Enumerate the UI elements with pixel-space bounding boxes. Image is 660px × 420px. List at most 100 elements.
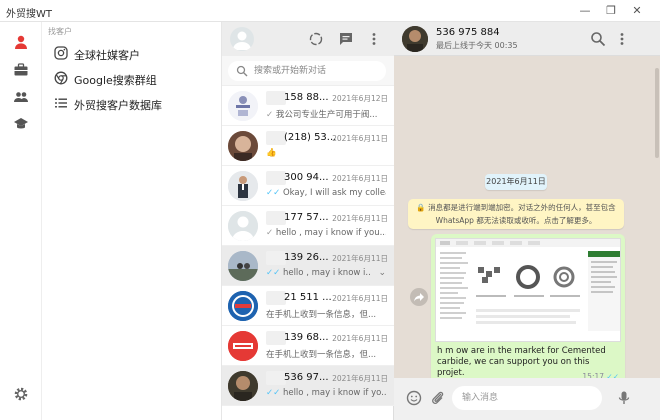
chat-preview: ✓ 我公司专业生产可用于阀... — [266, 108, 386, 120]
preview-text: hello , may i know if you... — [275, 228, 386, 238]
user-icon[interactable] — [13, 34, 29, 50]
minimize-button[interactable]: — — [574, 2, 596, 20]
logo-avatar-icon — [228, 291, 258, 321]
preview-text: hello , may i know i... — [282, 268, 370, 278]
chat-row[interactable]: 21 511 ... 2021年6月11日 在手机上收到一条信息，但... — [222, 286, 394, 326]
conversation-panel: 536 975 884 最后上线于今天 00:35 2021年6月11日 🔒 消… — [394, 22, 660, 420]
nav-item-label: 外贸搜客户数据库 — [74, 99, 162, 112]
contact-avatar — [228, 211, 258, 241]
attach-icon[interactable] — [430, 390, 446, 406]
chevron-down-icon[interactable]: ⌄ — [378, 268, 386, 278]
message-input[interactable] — [462, 390, 592, 406]
search-input[interactable] — [254, 63, 380, 79]
nav-section-label: 找客户 — [48, 27, 72, 36]
chat-date: 2021年6月12日 — [332, 94, 388, 103]
mic-icon[interactable] — [616, 390, 632, 406]
blurred-name — [266, 171, 286, 185]
logo-avatar-icon — [228, 331, 258, 361]
read-tick: ✓✓ — [266, 188, 281, 198]
blurred-name — [266, 211, 286, 225]
default-avatar-icon — [233, 31, 251, 50]
photo-avatar-icon — [402, 26, 428, 52]
photo-avatar-icon — [228, 131, 258, 161]
chat-preview: 在手机上收到一条信息，但... — [266, 348, 386, 360]
chat-date: 2021年6月11日 — [332, 134, 388, 143]
contact-avatar — [228, 131, 258, 161]
sent-tick: ✓ — [266, 228, 274, 238]
chat-row-selected[interactable]: 536 97... 2021年6月11日 ✓✓ hello , may i kn… — [222, 366, 394, 406]
product-avatar-icon — [228, 91, 258, 121]
blurred-name — [266, 91, 286, 105]
contact-avatar — [228, 251, 258, 281]
search-icon — [236, 65, 248, 77]
message-input-box[interactable] — [452, 386, 602, 410]
nav-panel: 找客户 全球社媒客户 Google搜索群组 外贸搜客户数据库 — [42, 22, 222, 420]
emoji-icon[interactable] — [406, 390, 422, 406]
chat-row[interactable]: 300 94... 2021年6月11日 ✓✓ Okay, I will ask… — [222, 166, 394, 206]
window-title: 外贸搜WT — [6, 9, 52, 20]
chat-preview: ✓✓ hello , may i know i... — [266, 268, 370, 278]
outgoing-message[interactable]: h m ow are in the market for Cemented ca… — [431, 234, 625, 384]
preview-text: Okay, I will ask my colleag... — [282, 188, 386, 198]
chat-preview: 👍 — [266, 148, 386, 158]
nav-item-label: 全球社媒客户 — [74, 49, 140, 62]
photo-avatar-icon — [228, 171, 258, 201]
date-divider: 2021年6月11日 — [485, 174, 547, 190]
briefcase-icon[interactable] — [13, 62, 29, 78]
menu-icon[interactable] — [614, 31, 630, 47]
scrollbar-thumb[interactable] — [655, 68, 659, 158]
search-icon[interactable] — [590, 31, 606, 47]
chat-row[interactable]: 139 68... 2021年6月11日 在手机上收到一条信息，但... — [222, 326, 394, 366]
default-avatar-icon — [228, 211, 258, 241]
chat-list-panel: 158 88... 2021年6月12日 ✓ 我公司专业生产可用于阀... (2… — [222, 22, 394, 420]
group-icon[interactable] — [13, 89, 29, 105]
instagram-icon — [54, 46, 68, 60]
nav-item-social-customers[interactable]: 全球社媒客户 — [42, 40, 222, 66]
chat-date: 2021年6月11日 — [332, 294, 388, 303]
chat-preview: 在手机上收到一条信息，但... — [266, 308, 386, 320]
blurred-name — [266, 131, 286, 145]
last-seen-status: 最后上线于今天 00:35 — [436, 41, 518, 50]
chat-row[interactable]: (218) 53... 2021年6月11日 👍 — [222, 126, 394, 166]
menu-icon[interactable] — [366, 31, 382, 47]
chat-date: 2021年6月11日 — [332, 174, 388, 183]
blurred-name — [266, 291, 286, 305]
nav-item-label: Google搜索群组 — [74, 74, 157, 87]
contact-avatar — [228, 331, 258, 361]
chat-date: 2021年6月11日 — [332, 374, 388, 383]
webpage-screenshot-image — [436, 239, 620, 341]
search-box[interactable] — [228, 61, 386, 81]
blurred-name — [266, 331, 286, 345]
chat-preview: ✓ hello , may i know if you... — [266, 228, 386, 238]
chat-row[interactable]: 158 88... 2021年6月12日 ✓ 我公司专业生产可用于阀... — [222, 86, 394, 126]
search-bar — [222, 56, 394, 86]
message-composer — [394, 378, 660, 420]
chat-date: 2021年6月11日 — [332, 334, 388, 343]
graduation-icon[interactable] — [13, 116, 29, 132]
preview-text: 在手机上收到一条信息，但... — [266, 350, 377, 360]
preview-text: 我公司专业生产可用于阀... — [275, 110, 378, 120]
chat-row[interactable]: 177 57... 2021年6月11日 ✓ hello , may i kno… — [222, 206, 394, 246]
message-image[interactable] — [435, 238, 621, 342]
my-avatar[interactable] — [230, 27, 254, 51]
gear-icon[interactable] — [13, 386, 29, 402]
chrome-icon — [54, 71, 68, 85]
encryption-notice[interactable]: 🔒 消息都是进行端到端加密。对话之外的任何人，甚至包含 WhatsApp 都无法… — [408, 199, 624, 229]
conversation-header[interactable]: 536 975 884 最后上线于今天 00:35 — [394, 22, 660, 56]
scrollbar[interactable] — [655, 58, 659, 378]
left-rail — [0, 22, 42, 420]
contact-avatar[interactable] — [402, 26, 428, 52]
list-icon — [55, 98, 67, 108]
forward-button[interactable] — [410, 288, 428, 306]
restore-button[interactable]: ❐ — [600, 2, 622, 20]
chat-list-header — [222, 22, 394, 56]
chat-icon[interactable] — [338, 31, 354, 47]
photo-avatar-icon — [228, 251, 258, 281]
nav-item-google-groups[interactable]: Google搜索群组 — [42, 65, 222, 91]
close-button[interactable]: ✕ — [626, 2, 648, 20]
contact-avatar — [228, 171, 258, 201]
chat-row[interactable]: 139 26... 2021年6月11日 ✓✓ hello , may i kn… — [222, 246, 394, 286]
nav-item-customer-database[interactable]: 外贸搜客户数据库 — [42, 90, 222, 116]
chat-date: 2021年6月11日 — [332, 254, 388, 263]
status-icon[interactable] — [308, 31, 324, 47]
